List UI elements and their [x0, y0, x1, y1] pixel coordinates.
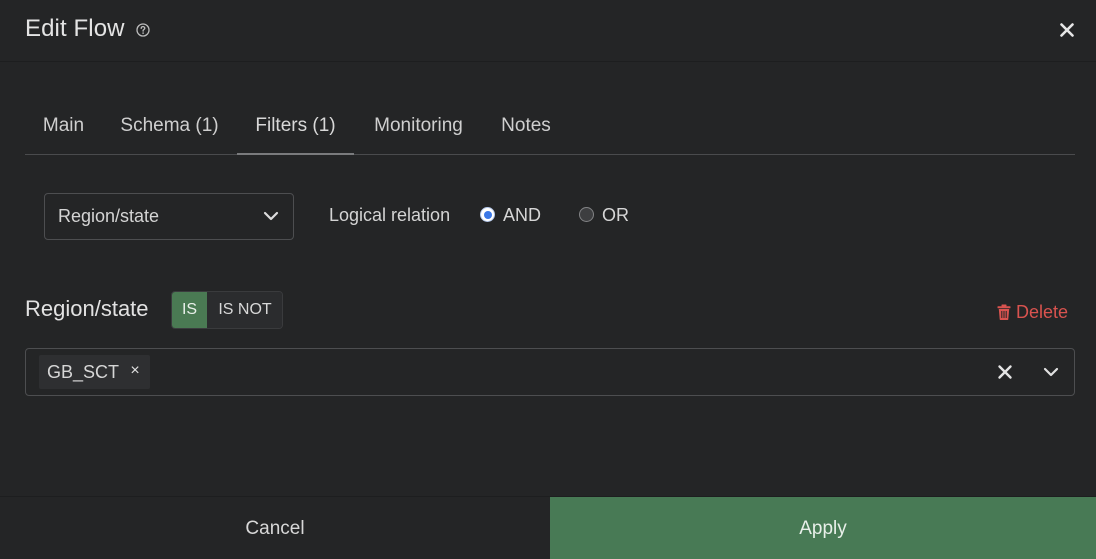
is-toggle-group: IS IS NOT [171, 291, 283, 329]
tab-bar: Main Schema (1) Filters (1) Monitoring N… [25, 102, 1075, 155]
dialog-header: Edit Flow [0, 0, 1096, 62]
apply-button[interactable]: Apply [550, 497, 1096, 559]
tab-main[interactable]: Main [25, 102, 102, 155]
tab-monitoring[interactable]: Monitoring [354, 102, 483, 155]
radio-or-label[interactable]: OR [602, 205, 629, 226]
delete-filter-button[interactable]: Delete [997, 301, 1068, 323]
radio-and-label[interactable]: AND [503, 205, 541, 226]
filter-condition-label: Region/state [25, 296, 149, 321]
chevron-down-icon[interactable] [1042, 365, 1060, 379]
is-button[interactable]: IS [172, 292, 207, 328]
is-not-button[interactable]: IS NOT [207, 292, 282, 328]
filter-field-select[interactable]: Region/state [44, 193, 294, 240]
value-chip-label: GB_SCT [47, 362, 120, 382]
logical-relation-label: Logical relation [329, 205, 451, 225]
tab-filters[interactable]: Filters (1) [237, 102, 354, 155]
filter-field-select-value: Region/state [58, 206, 160, 226]
radio-and[interactable] [480, 207, 495, 222]
tab-notes[interactable]: Notes [483, 102, 569, 155]
chevron-down-icon [263, 211, 279, 221]
dialog-footer: Cancel Apply [0, 496, 1096, 559]
close-icon[interactable] [1056, 19, 1078, 41]
clear-icon[interactable] [997, 364, 1013, 380]
trash-icon [997, 304, 1011, 320]
radio-or[interactable] [579, 207, 594, 222]
filter-values-select[interactable]: GB_SCT × [25, 348, 1075, 396]
cancel-button[interactable]: Cancel [0, 497, 550, 559]
tab-schema[interactable]: Schema (1) [102, 102, 237, 155]
dialog-title: Edit Flow [25, 15, 125, 42]
chip-remove-icon[interactable]: × [128, 362, 142, 382]
question-circle-icon[interactable] [136, 23, 150, 37]
delete-filter-label: Delete [1016, 301, 1069, 322]
value-chip: GB_SCT × [39, 355, 150, 389]
